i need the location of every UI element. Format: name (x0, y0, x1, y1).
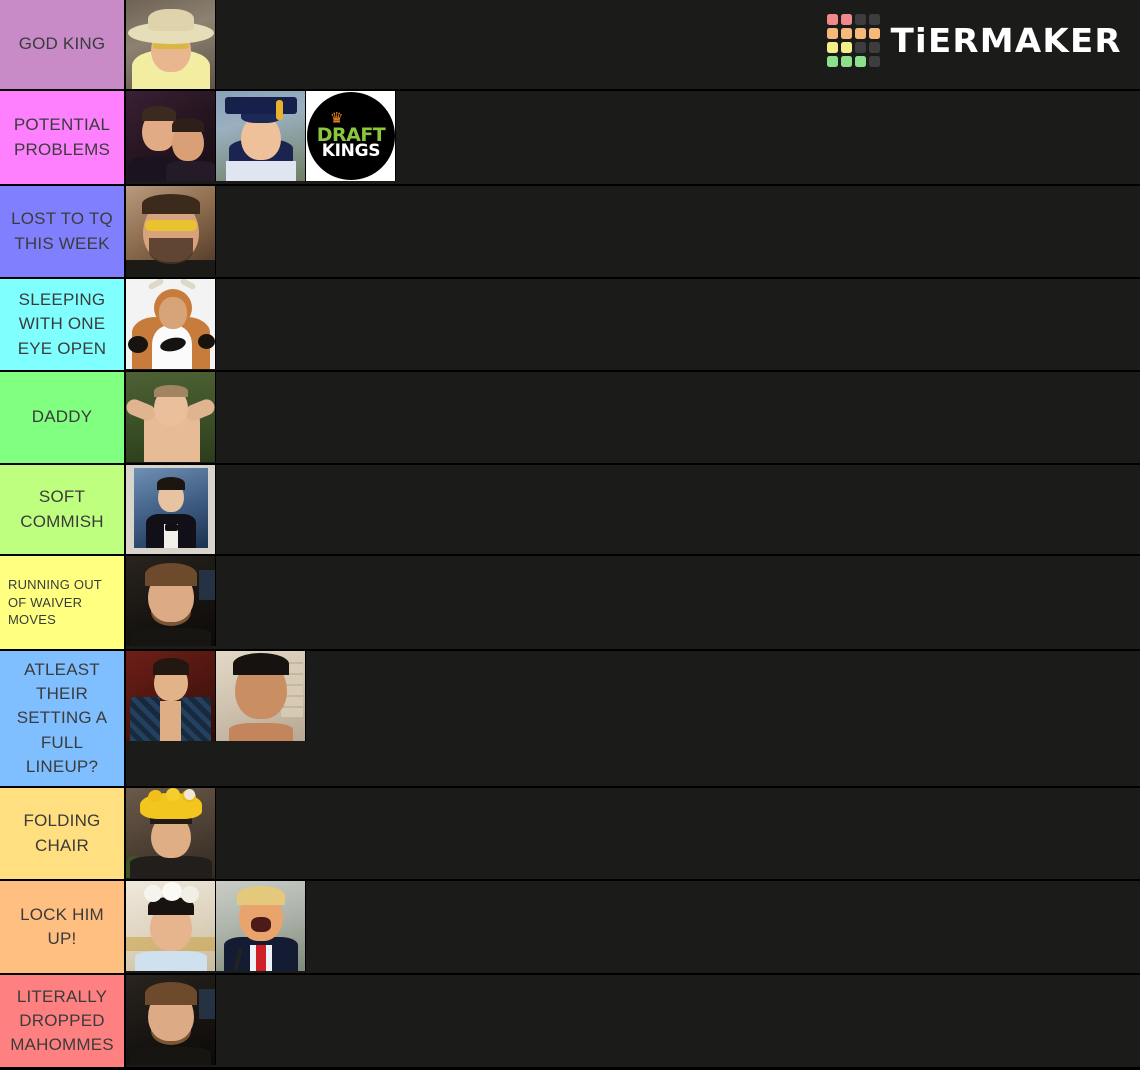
tier-row: LITERALLY DROPPED MAHOMMES (0, 975, 1140, 1067)
tier-row: SOFT COMMISH (0, 465, 1140, 556)
tier-items-strip[interactable] (126, 186, 1140, 277)
tier-label[interactable]: DADDY (0, 372, 126, 463)
man-in-open-flannel-shirt-image (126, 651, 215, 741)
tier-items-strip[interactable] (126, 788, 1140, 879)
tier-items-strip[interactable] (126, 372, 1140, 463)
tier-label[interactable]: SLEEPING WITH ONE EYE OPEN (0, 279, 126, 370)
tier-items-strip[interactable]: ♛ DRAFT KINGS (126, 91, 1140, 184)
bearded-man-webcam-image (126, 556, 215, 646)
tier-items-strip[interactable] (126, 0, 1140, 89)
bearded-man-yellow-sunglasses-image (126, 186, 215, 276)
tier-item-yearbook-photo-tuxedo[interactable] (126, 465, 216, 554)
tier-items-strip[interactable] (126, 465, 1140, 554)
man-in-graduation-cap-image (216, 91, 305, 181)
tier-label[interactable]: LOCK HIM UP! (0, 881, 126, 973)
tier-items-strip[interactable] (126, 881, 1140, 973)
tier-label[interactable]: LOST TO TQ THIS WEEK (0, 186, 126, 277)
tier-item-man-in-reindeer-costume[interactable] (126, 279, 216, 369)
tier-list-container: TiERMAKER GOD KING POTENTIAL PROBLEMS ♛ DRA… (0, 0, 1140, 1070)
tier-item-bearded-man-webcam[interactable] (126, 975, 216, 1065)
tier-label[interactable]: RUNNING OUT OF WAIVER MOVES (0, 556, 126, 649)
tier-item-bearded-man-yellow-sunglasses[interactable] (126, 186, 216, 276)
tier-row: GOD KING (0, 0, 1140, 91)
tier-label[interactable]: ATLEAST THEIR SETTING A FULL LINEUP? (0, 651, 126, 786)
man-with-flower-crown-image (126, 881, 215, 971)
tier-items-strip[interactable] (126, 651, 1140, 786)
tier-label[interactable]: LITERALLY DROPPED MAHOMMES (0, 975, 126, 1067)
tier-rows: GOD KING POTENTIAL PROBLEMS ♛ DRAFT KINGS LOS… (0, 0, 1140, 1067)
man-in-straw-hat-yellow-shirt-image (126, 0, 215, 89)
tier-label[interactable]: SOFT COMMISH (0, 465, 126, 554)
tier-item-man-with-flower-crown[interactable] (126, 881, 216, 971)
man-wearing-turkey-hat-image (126, 788, 215, 878)
man-in-reindeer-costume-image (126, 279, 215, 369)
tier-label[interactable]: POTENTIAL PROBLEMS (0, 91, 126, 184)
yearbook-photo-tuxedo-image (126, 465, 215, 554)
tier-item-man-wearing-turkey-hat[interactable] (126, 788, 216, 878)
tier-row: DADDY (0, 372, 1140, 465)
shirtless-man-lying-on-grass-image (126, 372, 215, 462)
tier-label[interactable]: GOD KING (0, 0, 126, 89)
two-men-at-night-event-image (126, 91, 215, 181)
bearded-man-webcam-image (126, 975, 215, 1065)
tier-row: RUNNING OUT OF WAIVER MOVES (0, 556, 1140, 651)
tier-item-man-in-open-flannel-shirt[interactable] (126, 651, 216, 741)
tier-row: LOST TO TQ THIS WEEK (0, 186, 1140, 279)
tier-item-man-in-straw-hat-yellow-shirt[interactable] (126, 0, 216, 89)
draftkings-logo-image: ♛ DRAFT KINGS (306, 91, 395, 181)
tier-row: FOLDING CHAIR (0, 788, 1140, 881)
tier-items-strip[interactable] (126, 279, 1140, 370)
tier-item-donald-trump-shouting[interactable] (216, 881, 306, 971)
draftkings-bottom-text: KINGS (321, 141, 381, 161)
tier-items-strip[interactable] (126, 556, 1140, 649)
tier-item-man-bathroom-selfie[interactable] (216, 651, 306, 741)
tier-item-shirtless-man-lying-on-grass[interactable] (126, 372, 216, 462)
tier-row: SLEEPING WITH ONE EYE OPEN (0, 279, 1140, 372)
tier-item-draftkings-logo[interactable]: ♛ DRAFT KINGS (306, 91, 396, 181)
tier-item-man-in-graduation-cap[interactable] (216, 91, 306, 181)
tier-row: POTENTIAL PROBLEMS ♛ DRAFT KINGS (0, 91, 1140, 186)
tier-label[interactable]: FOLDING CHAIR (0, 788, 126, 879)
tier-items-strip[interactable] (126, 975, 1140, 1067)
tier-item-two-men-at-night-event[interactable] (126, 91, 216, 181)
tier-row: LOCK HIM UP! (0, 881, 1140, 975)
man-bathroom-selfie-image (216, 651, 305, 741)
tier-item-bearded-man-webcam[interactable] (126, 556, 216, 646)
donald-trump-shouting-image (216, 881, 305, 971)
tier-row: ATLEAST THEIR SETTING A FULL LINEUP? (0, 651, 1140, 788)
